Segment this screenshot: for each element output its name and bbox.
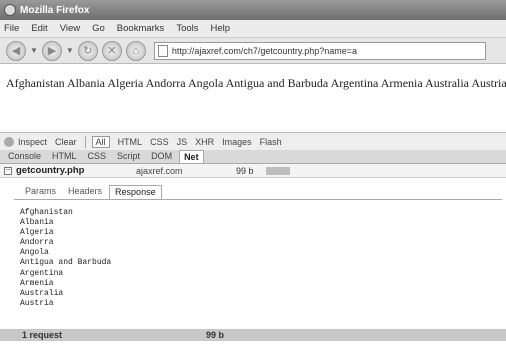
url-bar[interactable]: http://ajaxref.com/ch7/getcountry.php?na…	[153, 41, 486, 60]
filter-html[interactable]: HTML	[118, 137, 143, 147]
response-line: Andorra	[20, 238, 54, 248]
tab-html[interactable]: HTML	[48, 150, 81, 163]
response-line: Albania	[20, 218, 54, 228]
tab-headers[interactable]: Headers	[63, 185, 107, 199]
inspect-button[interactable]: Inspect	[18, 137, 47, 147]
net-summary-bar: 1 request 99 b	[0, 329, 506, 341]
tab-script[interactable]: Script	[113, 150, 144, 163]
clear-button[interactable]: Clear	[55, 137, 77, 147]
toolbar-separator	[84, 135, 86, 148]
forward-dropdown-icon[interactable]: ▼	[66, 46, 74, 55]
window-titlebar: Mozilla Firefox	[0, 0, 506, 20]
response-line: Austria	[20, 298, 54, 308]
collapse-icon[interactable]: −	[4, 166, 12, 175]
menu-bookmarks[interactable]: Bookmarks	[117, 23, 165, 34]
request-file: getcountry.php	[16, 165, 85, 176]
tab-console[interactable]: Console	[4, 150, 45, 163]
request-row[interactable]: − getcountry.php ajaxref.com 99 b	[0, 164, 506, 178]
tab-css[interactable]: CSS	[84, 150, 111, 163]
response-body: Afghanistan Albania Algeria Andorra Ango…	[20, 208, 111, 309]
menu-help[interactable]: Help	[211, 23, 231, 34]
menu-view[interactable]: View	[60, 23, 80, 34]
menu-file[interactable]: File	[4, 23, 19, 34]
back-button[interactable]: ◀	[6, 40, 26, 61]
request-size: 99 b	[236, 165, 254, 176]
page-text: Afghanistan Albania Algeria Andorra Ango…	[6, 76, 506, 90]
request-timeline-bar	[266, 166, 290, 175]
firefox-icon	[4, 4, 16, 16]
menu-go[interactable]: Go	[92, 23, 105, 34]
filter-flash[interactable]: Flash	[260, 137, 282, 147]
back-dropdown-icon[interactable]: ▼	[30, 46, 38, 55]
response-line: Argentina	[20, 268, 64, 278]
url-text: http://ajaxref.com/ch7/getcountry.php?na…	[171, 45, 358, 56]
menu-edit[interactable]: Edit	[31, 23, 47, 34]
tab-net[interactable]: Net	[179, 150, 204, 163]
response-line: Australia	[20, 288, 64, 298]
forward-button[interactable]: ▶	[41, 40, 62, 61]
page-content: Afghanistan Albania Algeria Andorra Ango…	[0, 64, 506, 132]
navigation-toolbar: ◀ ▼ ▶ ▼ ↻ ✕ ⌂ http://ajaxref.com/ch7/get…	[0, 38, 506, 64]
menu-bar: File Edit View Go Bookmarks Tools Help	[0, 20, 506, 38]
total-size: 99 b	[206, 330, 225, 340]
tab-response[interactable]: Response	[109, 185, 162, 199]
stop-button[interactable]: ✕	[101, 40, 122, 61]
filter-css[interactable]: CSS	[150, 137, 169, 147]
tab-dom[interactable]: DOM	[147, 150, 176, 163]
firebug-tabs: Console HTML CSS Script DOM Net	[0, 150, 506, 164]
filter-xhr[interactable]: XHR	[195, 137, 214, 147]
response-line: Armenia	[20, 278, 54, 288]
request-count: 1 request	[22, 330, 63, 340]
response-line: Antigua and Barbuda	[20, 258, 112, 268]
reload-button[interactable]: ↻	[77, 40, 98, 61]
page-icon	[157, 44, 168, 57]
window-title: Mozilla Firefox	[20, 4, 90, 16]
response-line: Afghanistan	[20, 208, 73, 217]
firebug-icon[interactable]	[4, 137, 14, 147]
filter-all[interactable]: All	[91, 135, 110, 148]
response-line: Angola	[20, 248, 49, 258]
request-domain: ajaxref.com	[136, 165, 183, 176]
request-info-tabs: Params Headers Response	[20, 185, 164, 199]
filter-images[interactable]: Images	[222, 137, 252, 147]
tab-divider	[14, 199, 502, 200]
response-line: Algeria	[20, 228, 54, 238]
firebug-toolbar: Inspect Clear All HTML CSS JS XHR Images…	[0, 132, 506, 150]
home-button[interactable]: ⌂	[125, 40, 146, 61]
filter-js[interactable]: JS	[177, 137, 188, 147]
tab-params[interactable]: Params	[20, 185, 61, 199]
menu-tools[interactable]: Tools	[176, 23, 198, 34]
